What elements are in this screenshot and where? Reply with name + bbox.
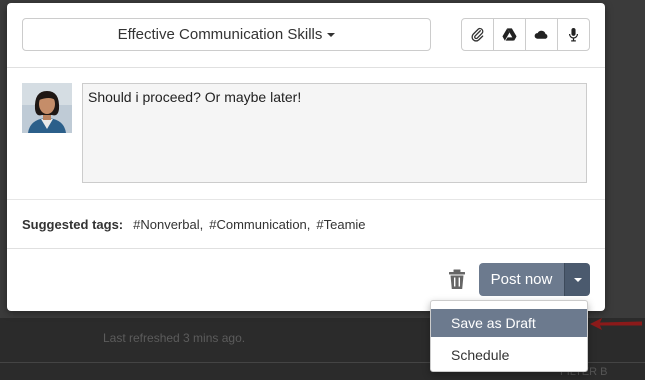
caret-down-icon: [573, 277, 582, 282]
suggested-tags-label: Suggested tags:: [22, 216, 124, 232]
delete-post-button[interactable]: [446, 268, 468, 290]
caret-down-icon: [327, 32, 336, 37]
compose-area: Should i proceed? Or maybe later!: [7, 68, 605, 198]
composer-header: Effective Communication Skills: [7, 3, 605, 68]
post-now-button[interactable]: Post now: [479, 263, 564, 296]
google-drive-button[interactable]: [494, 19, 526, 50]
avatar: [22, 83, 72, 133]
onedrive-icon: [534, 30, 548, 39]
course-select-label: Effective Communication Skills: [117, 26, 323, 43]
post-options-menu: Save as Draft Schedule: [430, 300, 588, 372]
tag-communication[interactable]: #Communication,: [209, 217, 310, 232]
user-photo: [22, 83, 72, 133]
tag-teamie[interactable]: #Teamie: [316, 217, 365, 232]
suggested-tags: Suggested tags: #Nonverbal, #Communicati…: [7, 199, 605, 249]
post-text-input[interactable]: Should i proceed? Or maybe later!: [82, 83, 587, 183]
attach-file-button[interactable]: [462, 19, 494, 50]
post-button-group: Post now: [479, 263, 590, 296]
pointer-arrow: [590, 318, 642, 330]
post-composer-modal: Effective Communication Skills Should i …: [7, 3, 605, 311]
record-audio-button[interactable]: [558, 19, 589, 50]
course-select-dropdown[interactable]: Effective Communication Skills: [22, 18, 431, 51]
attachment-buttons: [461, 18, 590, 51]
save-as-draft-item[interactable]: Save as Draft: [431, 309, 587, 337]
onedrive-button[interactable]: [526, 19, 558, 50]
microphone-icon: [568, 27, 579, 42]
google-drive-icon: [502, 28, 517, 41]
post-options-toggle[interactable]: [564, 263, 590, 296]
schedule-item[interactable]: Schedule: [431, 341, 587, 369]
last-refreshed-text: Last refreshed 3 mins ago.: [103, 331, 246, 345]
trash-icon: [449, 269, 465, 289]
tag-nonverbal[interactable]: #Nonverbal,: [133, 217, 203, 232]
paperclip-icon: [471, 27, 484, 42]
